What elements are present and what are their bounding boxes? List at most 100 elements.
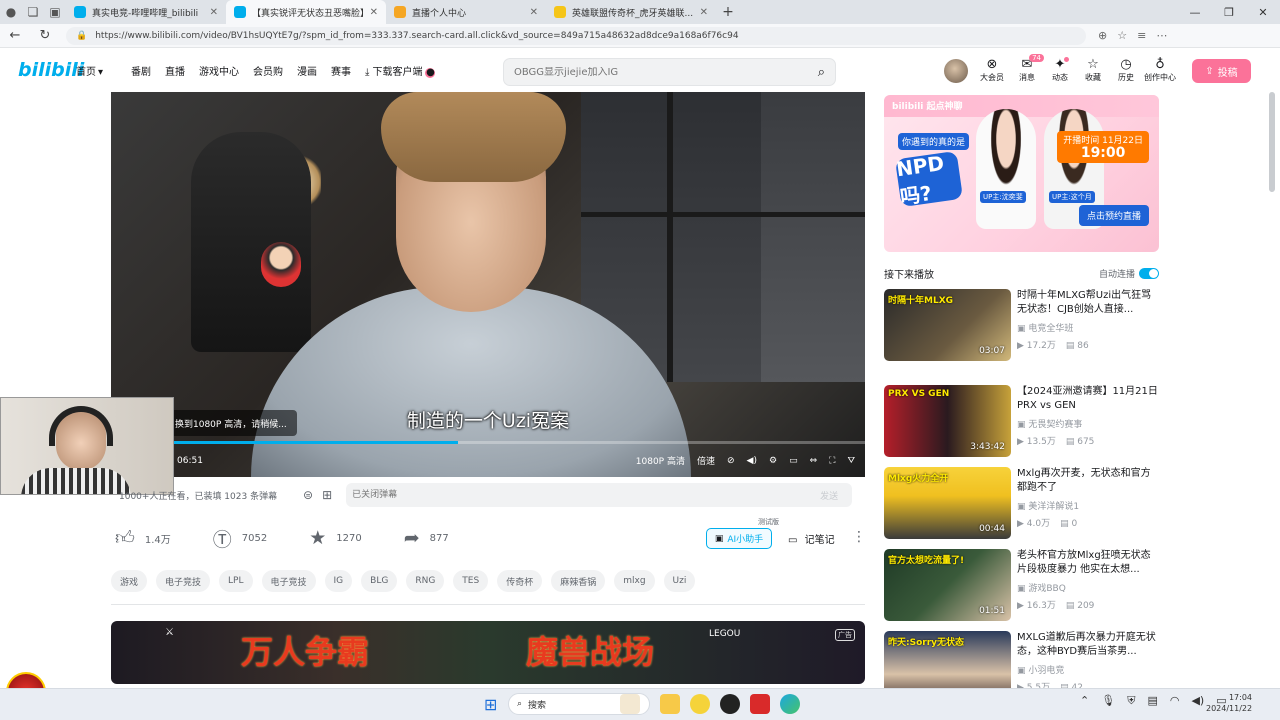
nav-item[interactable]: 赛事 bbox=[331, 63, 351, 78]
nav-item[interactable]: 直播 bbox=[165, 63, 185, 78]
close-tab-icon[interactable]: ✕ bbox=[700, 7, 708, 18]
video-thumbnail[interactable]: Mlxg火力全开 00:44 bbox=[884, 467, 1011, 539]
nav-item[interactable]: ⤓ 下载客户端 ● bbox=[365, 63, 449, 78]
share-button[interactable]: ➦ 877 bbox=[400, 527, 449, 549]
tag-chip[interactable]: LPL bbox=[219, 570, 253, 592]
app-tray-icon[interactable]: ▤ bbox=[1147, 694, 1157, 708]
volume-icon[interactable]: ◀) bbox=[747, 456, 757, 466]
back-icon[interactable]: ← bbox=[0, 28, 30, 43]
profile-icon[interactable]: ● bbox=[0, 0, 22, 24]
ad-banner[interactable]: ⚔ 万人争霸 魔兽战场 LEGOU 广告 bbox=[111, 621, 865, 684]
live-promo-banner[interactable]: bilibili 起点神聊 你遇到的真的是 NPD吗? UP主:沈奕斐 UP主:… bbox=[884, 95, 1159, 252]
video-thumbnail[interactable]: PRX VS GEN 3:43:42 bbox=[884, 385, 1011, 457]
tag-chip[interactable]: IG bbox=[324, 570, 353, 592]
tag-chip[interactable]: mlxg bbox=[614, 570, 655, 592]
danmaku-send-button[interactable]: 发送 bbox=[806, 483, 853, 507]
workspaces-icon[interactable]: ❏ bbox=[22, 0, 44, 24]
header-favorites-button[interactable]: ☆ 收藏 bbox=[1076, 57, 1110, 83]
progress-bar[interactable] bbox=[111, 441, 865, 444]
new-tab-button[interactable]: + bbox=[716, 4, 740, 20]
mic-icon[interactable]: 🎙︎ bbox=[1101, 694, 1115, 708]
nav-item[interactable]: 首页 ▾ bbox=[76, 63, 117, 78]
tag-chip[interactable]: 电子竞技 bbox=[156, 570, 211, 592]
uploader-name[interactable]: 游戏BBQ bbox=[1028, 584, 1065, 594]
tab-actions-icon[interactable]: ▣ bbox=[44, 0, 66, 24]
windows-start-icon[interactable]: ⊞ bbox=[484, 695, 497, 714]
video-title[interactable]: 时隔十年MLXG帮Uzi出气狂骂无状态！CJB创始人直接... bbox=[1017, 289, 1159, 317]
danmaku-input[interactable] bbox=[346, 483, 807, 507]
subtitle-off-icon[interactable]: ⊘ bbox=[727, 456, 735, 466]
video-player[interactable]: 换到1080P 高清，请稍候... 制造的一个Uzi冤案 06:51 1080P… bbox=[111, 92, 865, 477]
search-input[interactable] bbox=[514, 66, 818, 78]
more-options-icon[interactable]: ⋮ bbox=[852, 529, 866, 545]
header-creator-button[interactable]: ♁ 创作中心 bbox=[1143, 57, 1177, 83]
like-button[interactable]: 👍︎ 1.4万 bbox=[111, 527, 171, 550]
header-dynamic-button[interactable]: ✦ 动态 bbox=[1043, 57, 1077, 83]
header-message-button[interactable]: ✉ 消息 74 bbox=[1010, 54, 1044, 83]
search-box[interactable]: ⌕ bbox=[503, 58, 836, 86]
video-title[interactable]: Mxlg再次开麦，无状态和官方都跑不了 bbox=[1017, 467, 1159, 495]
webfullscreen-icon[interactable]: ⇔ bbox=[810, 456, 818, 466]
tag-chip[interactable]: BLG bbox=[361, 570, 398, 592]
favorites-icon[interactable]: ≡ bbox=[1137, 29, 1146, 42]
video-title[interactable]: 【2024亚洲邀请赛】11月21日 PRX vs GEN bbox=[1017, 385, 1159, 413]
nav-item[interactable]: 番剧 bbox=[131, 63, 151, 78]
nav-item[interactable]: 游戏中心 bbox=[199, 63, 239, 78]
ai-assistant-button[interactable]: ▣ AI小助手 bbox=[706, 528, 772, 549]
browser-tab[interactable]: 直播个人中心 ✕ bbox=[386, 0, 546, 24]
search-icon[interactable]: ⌕ bbox=[818, 65, 825, 80]
video-thumbnail[interactable]: 官方太想吃流量了! 01:51 bbox=[884, 549, 1011, 621]
video-title[interactable]: 老头杯官方放Mlxg狂喷无状态片段极度暴力 他实在太想... bbox=[1017, 549, 1159, 577]
reload-icon[interactable]: ↻ bbox=[30, 28, 60, 43]
app-icon[interactable] bbox=[750, 694, 770, 714]
upload-button[interactable]: ⇪ 投稿 bbox=[1192, 59, 1251, 83]
read-aloud-icon[interactable]: ⊕ bbox=[1098, 29, 1107, 42]
browser-tab[interactable]: 【真实锐评无状态丑恶嘴脸】... ✕ bbox=[226, 0, 386, 24]
extensions-icon[interactable]: ⋯ bbox=[1156, 29, 1167, 42]
avatar[interactable] bbox=[944, 59, 968, 83]
danmaku-settings-icon[interactable]: ⊞ bbox=[322, 488, 332, 502]
recommended-video[interactable]: PRX VS GEN 3:43:42 【2024亚洲邀请赛】11月21日 PRX v… bbox=[884, 385, 1159, 457]
chevron-up-icon[interactable]: ⌃ bbox=[1080, 694, 1089, 708]
favorite-button[interactable]: ★ 1270 bbox=[305, 527, 362, 549]
coin-button[interactable]: Ⓣ 7052 bbox=[209, 525, 267, 552]
settings-gear-icon[interactable]: ⚙ bbox=[769, 456, 777, 466]
minimize-icon[interactable]: — bbox=[1178, 6, 1212, 19]
tag-chip[interactable]: 电子竞技 bbox=[261, 570, 316, 592]
edge-icon[interactable] bbox=[780, 694, 800, 714]
uploader-name[interactable]: 小羽电竞 bbox=[1028, 666, 1064, 676]
speed-button[interactable]: 倍速 bbox=[697, 454, 715, 467]
nav-item[interactable]: 漫画 bbox=[297, 63, 317, 78]
taskbar-app-icon[interactable] bbox=[620, 694, 640, 714]
recommended-video[interactable]: 时隔十年MLXG 03:07 时隔十年MLXG帮Uzi出气狂骂无状态！CJB创始人直… bbox=[884, 289, 1159, 361]
taskbar-clock[interactable]: 17:04 2024/11/22 bbox=[1206, 692, 1252, 714]
security-icon[interactable]: ⛨ bbox=[1127, 694, 1135, 708]
tag-chip[interactable]: 传奇杯 bbox=[497, 570, 543, 592]
maximize-icon[interactable]: ❐ bbox=[1212, 6, 1246, 19]
tag-chip[interactable]: 麻辣香锅 bbox=[551, 570, 606, 592]
browser-tab[interactable]: 真实电竞-哔哩哔哩_bilibili ✕ bbox=[66, 0, 226, 24]
header-history-button[interactable]: ◷ 历史 bbox=[1109, 57, 1143, 83]
wifi-icon[interactable]: ◠ bbox=[1170, 694, 1180, 708]
uploader-name[interactable]: 美洋洋解说1 bbox=[1028, 502, 1079, 512]
favorite-star-icon[interactable]: ☆ bbox=[1117, 29, 1127, 42]
bilibili-logo[interactable]: bilibili bbox=[18, 59, 84, 81]
quality-button[interactable]: 1080P 高清 bbox=[636, 454, 685, 467]
close-tab-icon[interactable]: ✕ bbox=[530, 7, 538, 18]
volume-icon[interactable]: ◀) bbox=[1191, 694, 1204, 708]
close-tab-icon[interactable]: ✕ bbox=[210, 7, 218, 18]
video-title[interactable]: MXLG道歉后再次暴力开庭无状态，这种BYD赛后当茶男... bbox=[1017, 631, 1159, 659]
recommended-video[interactable]: 官方太想吃流量了! 01:51 老头杯官方放Mlxg狂喷无状态片段极度暴力 他实在太… bbox=[884, 549, 1159, 621]
video-thumbnail[interactable]: 时隔十年MLXG 03:07 bbox=[884, 289, 1011, 361]
file-explorer-icon[interactable] bbox=[660, 694, 680, 714]
nav-item[interactable]: 会员购 bbox=[253, 63, 283, 78]
recommended-video[interactable]: Mlxg火力全开 00:44 Mxlg再次开麦，无状态和官方都跑不了 ▣ 美洋洋解说1… bbox=[884, 467, 1159, 539]
tag-chip[interactable]: RNG bbox=[406, 570, 445, 592]
header-vip-button[interactable]: ⊗ 大会员 bbox=[975, 57, 1009, 83]
banner-cta-button[interactable]: 点击预约直播 bbox=[1078, 205, 1149, 226]
uploader-name[interactable]: 无畏契约赛事 bbox=[1028, 420, 1082, 430]
url-field[interactable]: 🔒 https://www.bilibili.com/video/BV1hsUQ… bbox=[66, 26, 1086, 45]
danmaku-toggle-icon[interactable]: ⊜ bbox=[303, 488, 313, 502]
tag-chip[interactable]: 游戏 bbox=[111, 570, 148, 592]
close-tab-icon[interactable]: ✕ bbox=[370, 7, 378, 18]
